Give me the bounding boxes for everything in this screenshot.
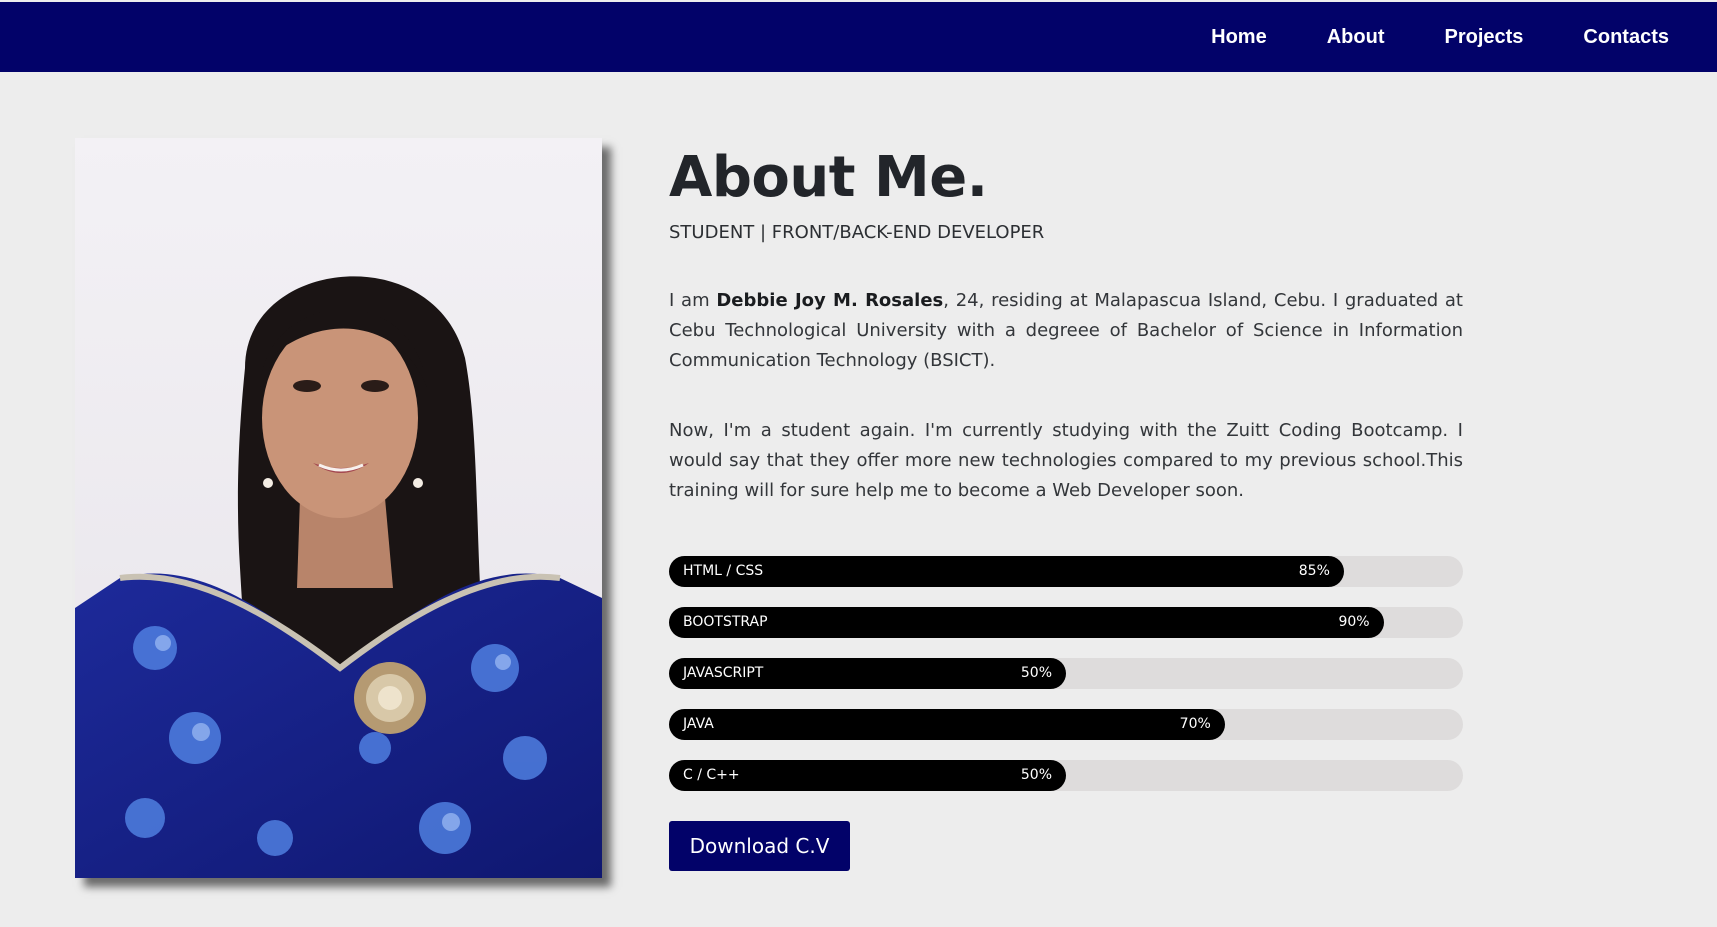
skill-fill: JAVA 70% <box>669 709 1225 740</box>
skill-bar-c-cpp: C / C++ 50% <box>669 760 1463 791</box>
navbar: Home About Projects Contacts <box>0 2 1717 72</box>
skill-percent: 50% <box>1020 665 1052 681</box>
skill-name: JAVA <box>683 716 714 732</box>
intro-prefix: I am <box>669 290 717 311</box>
skill-fill: JAVASCRIPT 50% <box>669 658 1066 689</box>
skill-percent: 70% <box>1179 716 1211 732</box>
skill-fill: C / C++ 50% <box>669 760 1066 791</box>
nav-contacts-link[interactable]: Contacts <box>1583 26 1669 49</box>
skill-fill: HTML / CSS 85% <box>669 556 1344 587</box>
nav-projects-link[interactable]: Projects <box>1444 26 1523 49</box>
author-name: Debbie Joy M. Rosales <box>716 290 944 311</box>
download-cv-button[interactable]: Download C.V <box>669 821 850 871</box>
nav-about-link[interactable]: About <box>1327 26 1385 49</box>
skill-fill: BOOTSTRAP 90% <box>669 607 1384 638</box>
about-section: About Me. STUDENT | FRONT/BACK-END DEVEL… <box>669 140 1463 871</box>
nav-home-link[interactable]: Home <box>1211 26 1267 49</box>
nav-links: Home About Projects Contacts <box>1211 2 1669 72</box>
about-paragraph-bootcamp: Now, I'm a student again. I'm currently … <box>669 420 1463 501</box>
skill-bar-java: JAVA 70% <box>669 709 1463 740</box>
skill-name: BOOTSTRAP <box>683 614 768 630</box>
skill-name: HTML / CSS <box>683 563 764 579</box>
skill-percent: 50% <box>1020 767 1052 783</box>
about-title: About Me. <box>669 145 988 210</box>
about-subtitle: STUDENT | FRONT/BACK-END DEVELOPER <box>669 222 1045 243</box>
about-paragraph-intro: I am Debbie Joy M. Rosales, 24, residing… <box>669 286 1463 376</box>
skill-name: JAVASCRIPT <box>683 665 764 681</box>
skill-percent: 90% <box>1338 614 1370 630</box>
skill-bar-javascript: JAVASCRIPT 50% <box>669 658 1463 689</box>
profile-photo-illustration <box>75 138 602 878</box>
skill-bar-bootstrap: BOOTSTRAP 90% <box>669 607 1463 638</box>
skill-percent: 85% <box>1298 563 1330 579</box>
profile-photo <box>75 138 602 878</box>
skills-list: HTML / CSS 85% BOOTSTRAP 90% JAVASCRIPT … <box>669 556 1463 791</box>
skill-name: C / C++ <box>683 767 740 783</box>
skill-bar-html-css: HTML / CSS 85% <box>669 556 1463 587</box>
